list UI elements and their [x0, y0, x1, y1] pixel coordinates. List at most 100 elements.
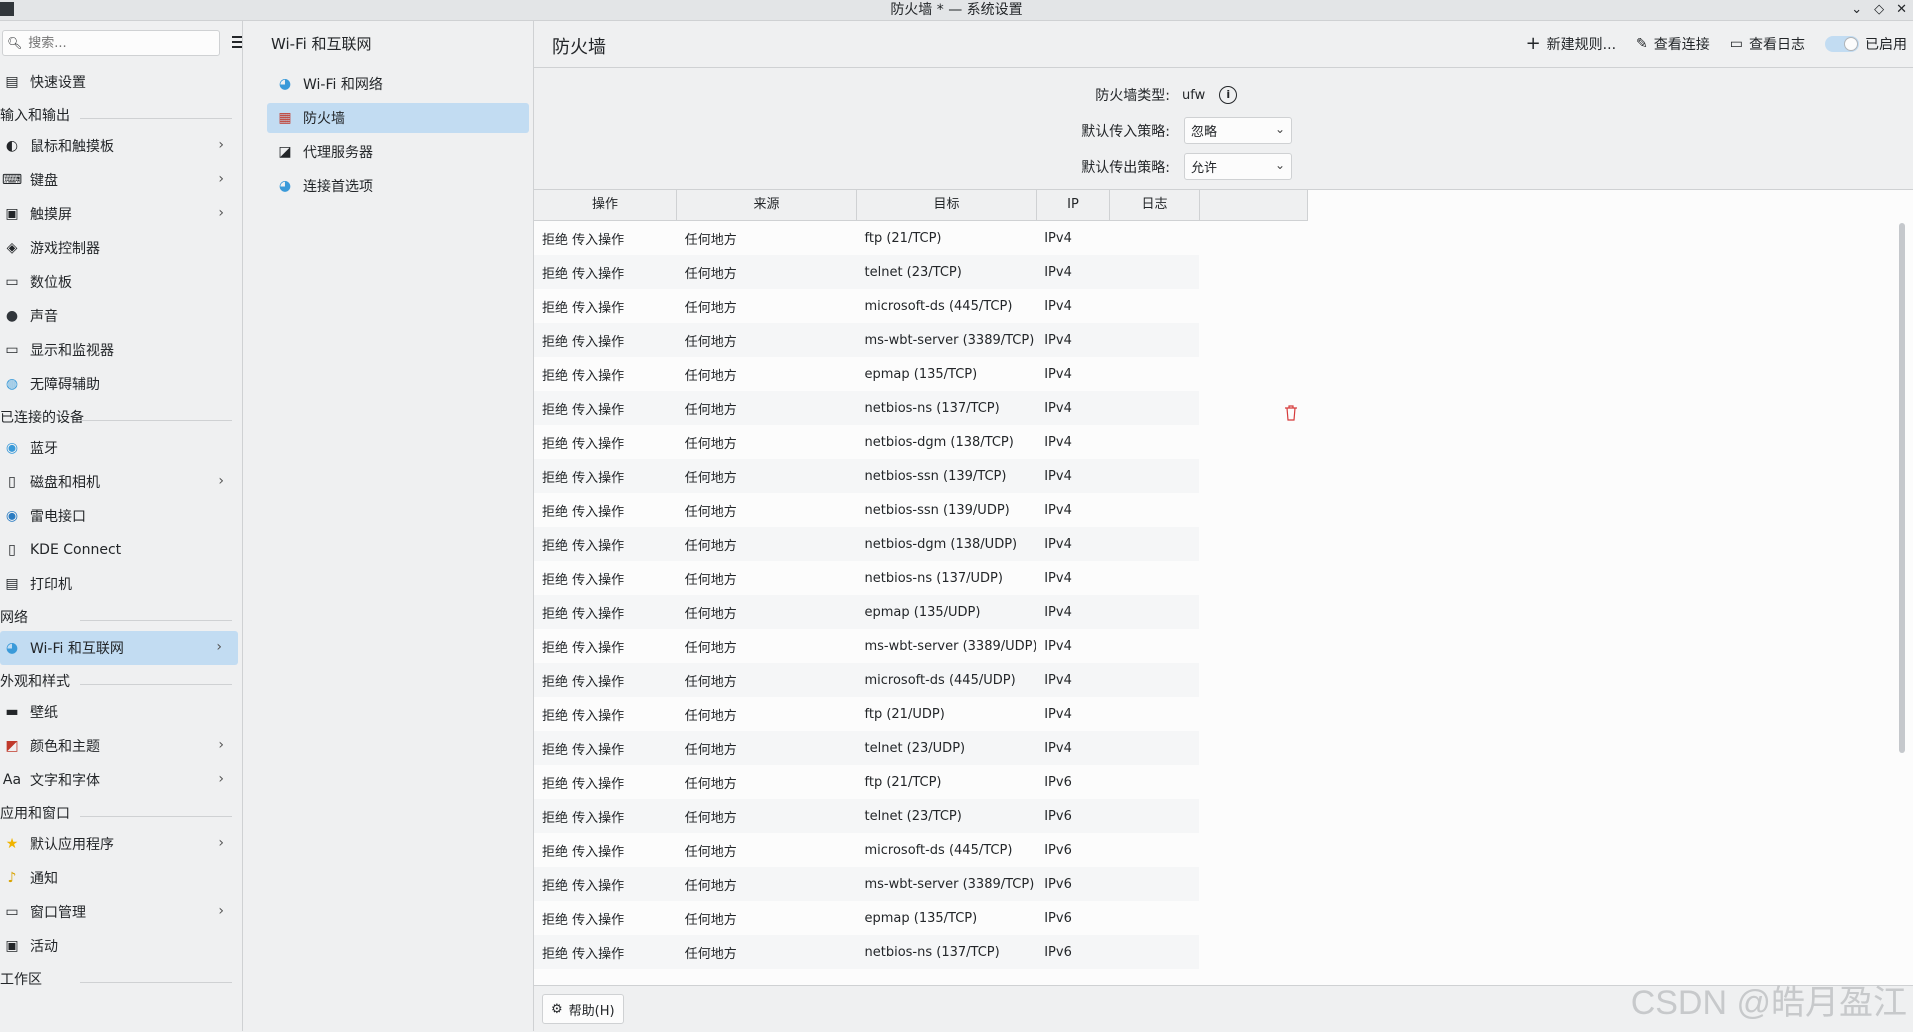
table-row[interactable]: 拒绝 传入操作 任何地方 epmap (135/TCP) IPv4 [534, 357, 1199, 391]
cell-ip: IPv6 [1044, 876, 1072, 892]
toggle-switch[interactable] [1825, 35, 1859, 52]
table-row[interactable]: 拒绝 传入操作 任何地方 ftp (21/TCP) IPv4 [534, 221, 1199, 255]
table-row[interactable]: 拒绝 传入操作 任何地方 ms-wbt-server (3389/TCP) IPv6 [534, 867, 1199, 901]
sidebar-item[interactable]: ◉ 蓝牙 [0, 431, 240, 465]
column-header-log[interactable]: 日志 [1110, 190, 1200, 220]
cell-source: 任何地方 [684, 300, 737, 316]
cell-target: microsoft-ds (445/TCP) [864, 298, 1013, 314]
enable-label: 已启用 [1865, 36, 1907, 53]
table-row[interactable]: 拒绝 传入操作 任何地方 netbios-ssn (139/UDP) IPv4 [534, 493, 1199, 527]
incoming-policy-dropdown[interactable]: 忽略 ⌄ [1184, 117, 1292, 144]
cell-target: epmap (135/UDP) [864, 604, 981, 620]
subcategory-item[interactable]: ◪ 代理服务器 [267, 137, 529, 167]
chevron-right-icon: › [218, 137, 224, 153]
table-row[interactable]: 拒绝 传入操作 任何地方 netbios-ssn (139/TCP) IPv4 [534, 459, 1199, 493]
cell-target: ms-wbt-server (3389/TCP) [864, 876, 1035, 892]
table-row[interactable]: 拒绝 传入操作 任何地方 netbios-dgm (138/TCP) IPv4 [534, 425, 1199, 459]
cell-target: netbios-dgm (138/TCP) [864, 434, 1014, 450]
sidebar-item[interactable]: ▤ 快速设置 [0, 65, 240, 99]
search-box[interactable]: 🔍︎ [2, 30, 220, 56]
table-row[interactable]: 拒绝 传入操作 任何地方 telnet (23/TCP) IPv4 [534, 255, 1199, 289]
new-rule-button[interactable]: + 新建规则... [1526, 33, 1616, 54]
table-row[interactable]: 拒绝 传入操作 任何地方 ms-wbt-server (3389/TCP) IPv4 [534, 323, 1199, 357]
table-scrollbar[interactable] [1899, 223, 1905, 753]
table-row[interactable]: 拒绝 传入操作 任何地方 telnet (23/UDP) IPv4 [534, 731, 1199, 765]
cell-source: 任何地方 [684, 640, 737, 656]
minimize-icon[interactable]: ⌄ [1851, 0, 1862, 20]
sidebar-section-header: 工作区 [0, 963, 240, 993]
cell-target: ms-wbt-server (3389/UDP) [864, 638, 1037, 654]
sidebar-item[interactable]: ◕ Wi-Fi 和互联网 › [0, 631, 238, 665]
maximize-icon[interactable]: ◇ [1874, 0, 1884, 20]
subcategory-item[interactable]: ▦ 防火墙 [267, 103, 529, 133]
sidebar-item[interactable]: ◍ 无障碍辅助 [0, 367, 240, 401]
sidebar-item[interactable]: ◩ 颜色和主题 › [0, 729, 240, 763]
close-icon[interactable]: ✕ [1896, 0, 1907, 20]
phone-icon: ▯ [8, 542, 16, 558]
table-header: 操作 来源 目标 IP 日志 [534, 190, 1308, 221]
sidebar-item[interactable]: ◉ 雷电接口 [0, 499, 240, 533]
sidebar-item[interactable]: ▭ 显示和监视器 [0, 333, 240, 367]
cell-target: ftp (21/UDP) [864, 706, 945, 722]
table-row[interactable]: 拒绝 传入操作 任何地方 telnet (23/TCP) IPv6 [534, 799, 1199, 833]
column-header-source[interactable]: 来源 [677, 190, 857, 220]
sidebar-item-label: 磁盘和相机 [30, 475, 100, 491]
sidebar-item[interactable]: ▭ 数位板 [0, 265, 240, 299]
column-header-action[interactable]: 操作 [534, 190, 677, 220]
sidebar-item[interactable]: ▯ 磁盘和相机 › [0, 465, 240, 499]
outgoing-policy-dropdown[interactable]: 允许 ⌄ [1184, 153, 1292, 180]
rules-table: 操作 来源 目标 IP 日志 拒绝 传入操作 任何地方 ftp (21/TCP) IP… [534, 189, 1913, 985]
sidebar-item[interactable]: ◈ 游戏控制器 [0, 231, 240, 265]
table-row[interactable]: 拒绝 传入操作 任何地方 epmap (135/UDP) IPv4 [534, 595, 1199, 629]
table-row[interactable]: 拒绝 传入操作 任何地方 microsoft-ds (445/UDP) IPv4 [534, 663, 1199, 697]
table-row[interactable]: 拒绝 传入操作 任何地方 microsoft-ds (445/TCP) IPv6 [534, 833, 1199, 867]
sidebar-item[interactable]: ♪ 通知 [0, 861, 240, 895]
column-header-target[interactable]: 目标 [857, 190, 1037, 220]
search-input[interactable] [26, 34, 219, 52]
cell-ip: IPv4 [1044, 468, 1072, 484]
sidebar-item[interactable]: ▬ 壁纸 [0, 695, 240, 729]
menu-icon[interactable] [232, 33, 242, 49]
cell-source: 任何地方 [684, 878, 737, 894]
sidebar: 🔍︎ ▤ 快速设置输入和输出 ◐ 鼠标和触摸板 › ⌨ 键盘 › ▣ 触摸屏 › ◈ 游戏控制器 ▭ 数位板… [0, 21, 243, 1031]
cell-ip: IPv4 [1044, 706, 1072, 722]
table-row[interactable]: 拒绝 传入操作 任何地方 microsoft-ds (445/TCP) IPv4 [534, 289, 1199, 323]
table-row[interactable]: 拒绝 传入操作 任何地方 netbios-ns (137/TCP) IPv4 [534, 391, 1199, 425]
subcategory-item[interactable]: ◕ Wi-Fi 和网络 [267, 69, 529, 99]
page-title: 防火墙 [552, 37, 606, 58]
cell-ip: IPv4 [1044, 264, 1072, 280]
enable-toggle[interactable]: 已启用 [1825, 34, 1907, 54]
globe-icon: ◕ [5, 640, 19, 656]
sidebar-item[interactable]: ▯ KDE Connect [0, 533, 240, 567]
view-log-button[interactable]: ▭ 查看日志 [1730, 34, 1805, 54]
chevron-right-icon: › [218, 473, 224, 489]
table-row[interactable]: 拒绝 传入操作 任何地方 epmap (135/TCP) IPv6 [534, 901, 1199, 935]
cell-target: netbios-ns (137/TCP) [864, 944, 1000, 960]
table-row[interactable]: 拒绝 传入操作 任何地方 ms-wbt-server (3389/UDP) IPv4 [534, 629, 1199, 663]
cell-source: 任何地方 [684, 266, 737, 282]
sidebar-item[interactable]: ★ 默认应用程序 › [0, 827, 240, 861]
table-row[interactable]: 拒绝 传入操作 任何地方 netbios-ns (137/UDP) IPv4 [534, 561, 1199, 595]
sidebar-item[interactable]: ⌨ 键盘 › [0, 163, 240, 197]
view-connections-button[interactable]: ✎ 查看连接 [1636, 34, 1710, 54]
table-row[interactable]: 拒绝 传入操作 任何地方 ftp (21/UDP) IPv4 [534, 697, 1199, 731]
sidebar-item[interactable]: ● 声音 [0, 299, 240, 333]
table-row[interactable]: 拒绝 传入操作 任何地方 netbios-ns (137/TCP) IPv6 [534, 935, 1199, 969]
cell-action: 拒绝 传入操作 [542, 776, 625, 792]
sidebar-item-label: 无障碍辅助 [30, 377, 100, 393]
sidebar-item[interactable]: ◐ 鼠标和触摸板 › [0, 129, 240, 163]
sidebar-item[interactable]: ▣ 触摸屏 › [0, 197, 240, 231]
subcategory-item[interactable]: ◕ 连接首选项 [267, 171, 529, 201]
sidebar-item[interactable]: ▣ 活动 [0, 929, 240, 963]
sidebar-item[interactable]: ▤ 打印机 [0, 567, 240, 601]
info-icon[interactable]: i [1219, 86, 1238, 104]
main-header: 防火墙 + 新建规则... ✎ 查看连接 ▭ 查看日志 已启用 [534, 21, 1913, 68]
trash-icon[interactable] [1284, 405, 1298, 421]
cell-action: 拒绝 传入操作 [542, 436, 625, 452]
column-header-ip[interactable]: IP [1037, 190, 1110, 220]
table-row[interactable]: 拒绝 传入操作 任何地方 netbios-dgm (138/UDP) IPv4 [534, 527, 1199, 561]
table-row[interactable]: 拒绝 传入操作 任何地方 ftp (21/TCP) IPv6 [534, 765, 1199, 799]
sidebar-item[interactable]: ▭ 窗口管理 › [0, 895, 240, 929]
sidebar-item[interactable]: Aa 文字和字体 › [0, 763, 240, 797]
help-button[interactable]: ⚙ 帮助(H) [542, 994, 624, 1024]
